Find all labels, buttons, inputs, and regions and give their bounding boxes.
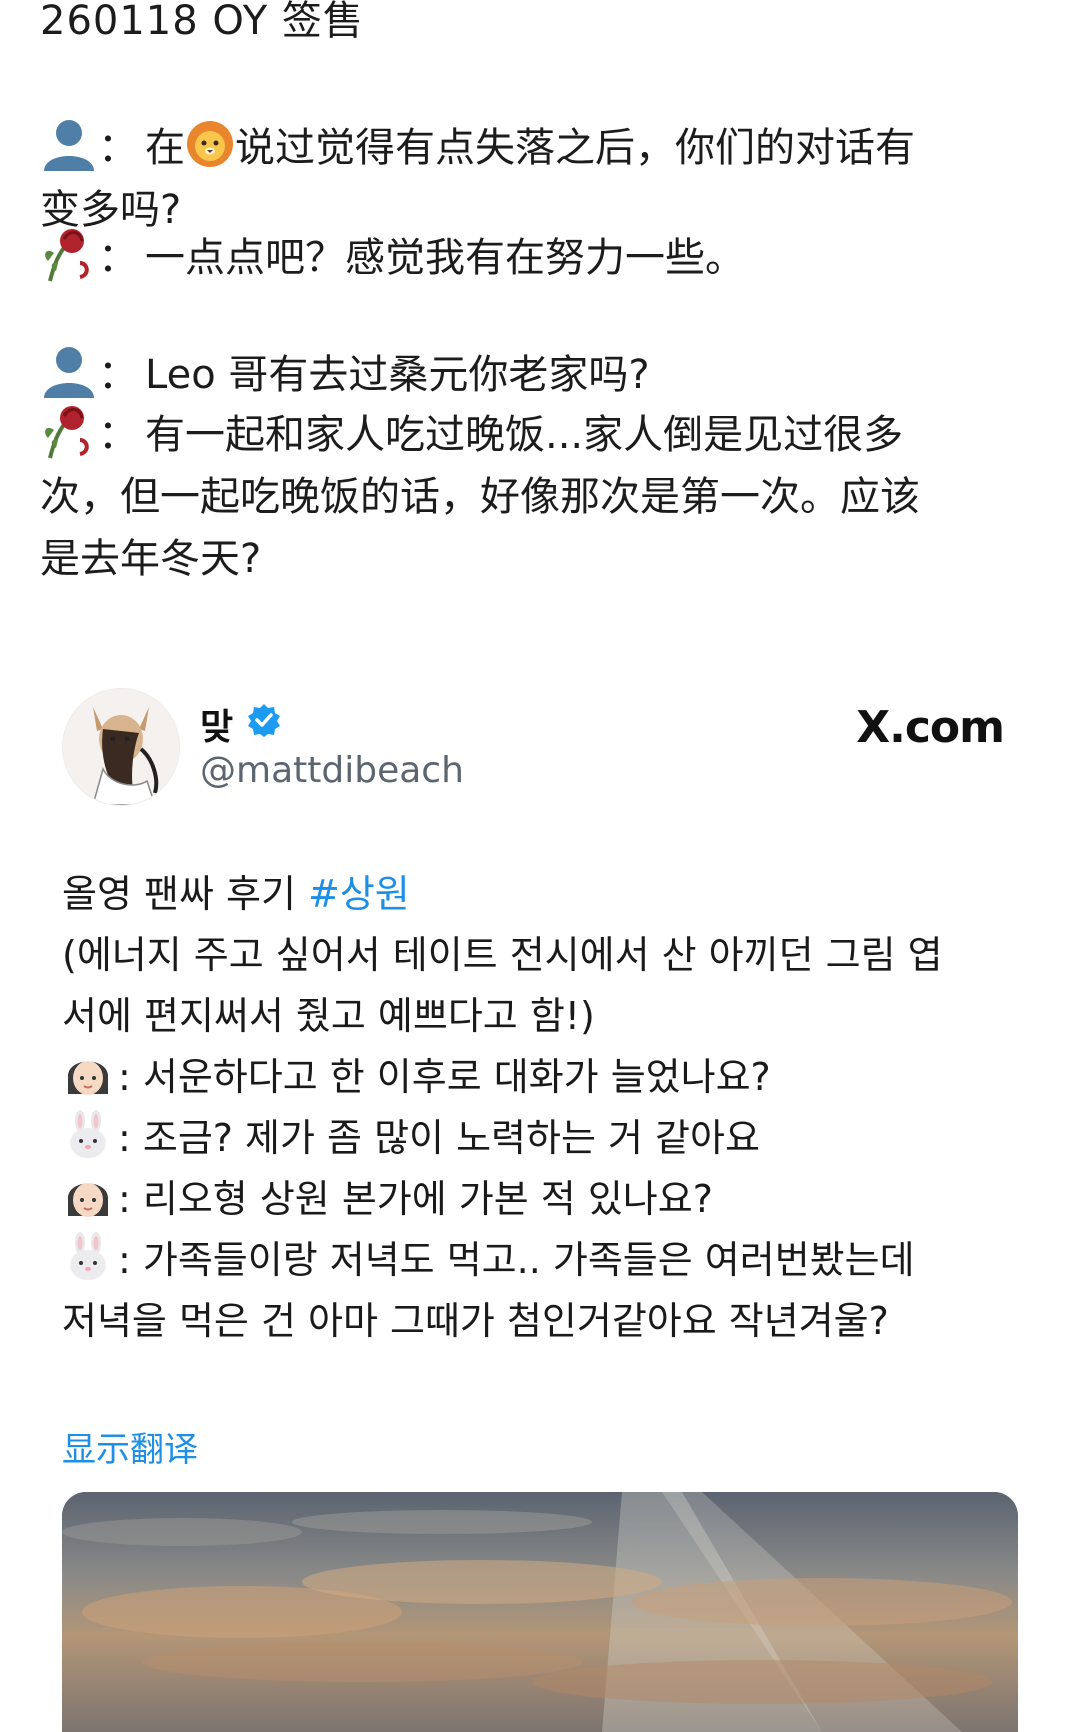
tweet-media-image[interactable] <box>62 1492 1018 1732</box>
rabbit-face-icon <box>70 1232 106 1280</box>
author-handle[interactable]: @mattdibeach <box>200 750 464 791</box>
avatar[interactable] <box>62 688 180 806</box>
person-icon <box>44 347 94 398</box>
rabbit-face-icon <box>70 1110 106 1158</box>
dialogue-item: ： Leo 哥有去过桑元你老家吗? <box>40 342 1040 406</box>
embedded-tweet-card[interactable]: 맞 @mattdibeach X.com 올영 팬싸 후기 #상원 (에너지 주… <box>62 682 1020 1732</box>
deer-girl-avatar-icon <box>63 689 179 805</box>
tweet-text: 올영 팬싸 후기 #상원 (에너지 주고 싶어서 테이트 전시에서 산 아끼던 … <box>62 872 943 1343</box>
show-translation-link[interactable]: 显示翻译 <box>62 1422 198 1471</box>
verified-badge-icon <box>248 704 280 737</box>
person-icon <box>44 120 94 171</box>
dialogue-item: ： 一点点吧？感觉我有在努力一些。 <box>40 225 1040 289</box>
woman-face-icon <box>67 1183 109 1217</box>
wilted-rose-icon <box>45 229 89 282</box>
lion-emoji-icon <box>187 121 233 167</box>
author-name[interactable]: 맞 <box>200 698 233 750</box>
caption-header: 260118 OY 签售 <box>40 0 364 44</box>
source-logo[interactable]: X.com <box>856 702 1005 753</box>
screenshot-page: 260118 OY 签售 ： 在 说过觉得有点失落之后，你们的对话有 变多吗? … <box>0 0 1080 1732</box>
woman-face-icon <box>67 1061 109 1095</box>
hashtag-link[interactable]: #상원 <box>308 872 410 916</box>
dialogue-item: ： 在 说过觉得有点失落之后，你们的对话有 变多吗? <box>40 115 1040 241</box>
sky-clouds-painting-icon <box>62 1492 1018 1732</box>
wilted-rose-icon <box>45 406 89 459</box>
dialogue-item: ： 有一起和家人吃过晚饭...家人倒是见过很多 次，但一起吃晚饭的话，好像那次是… <box>40 402 1040 590</box>
